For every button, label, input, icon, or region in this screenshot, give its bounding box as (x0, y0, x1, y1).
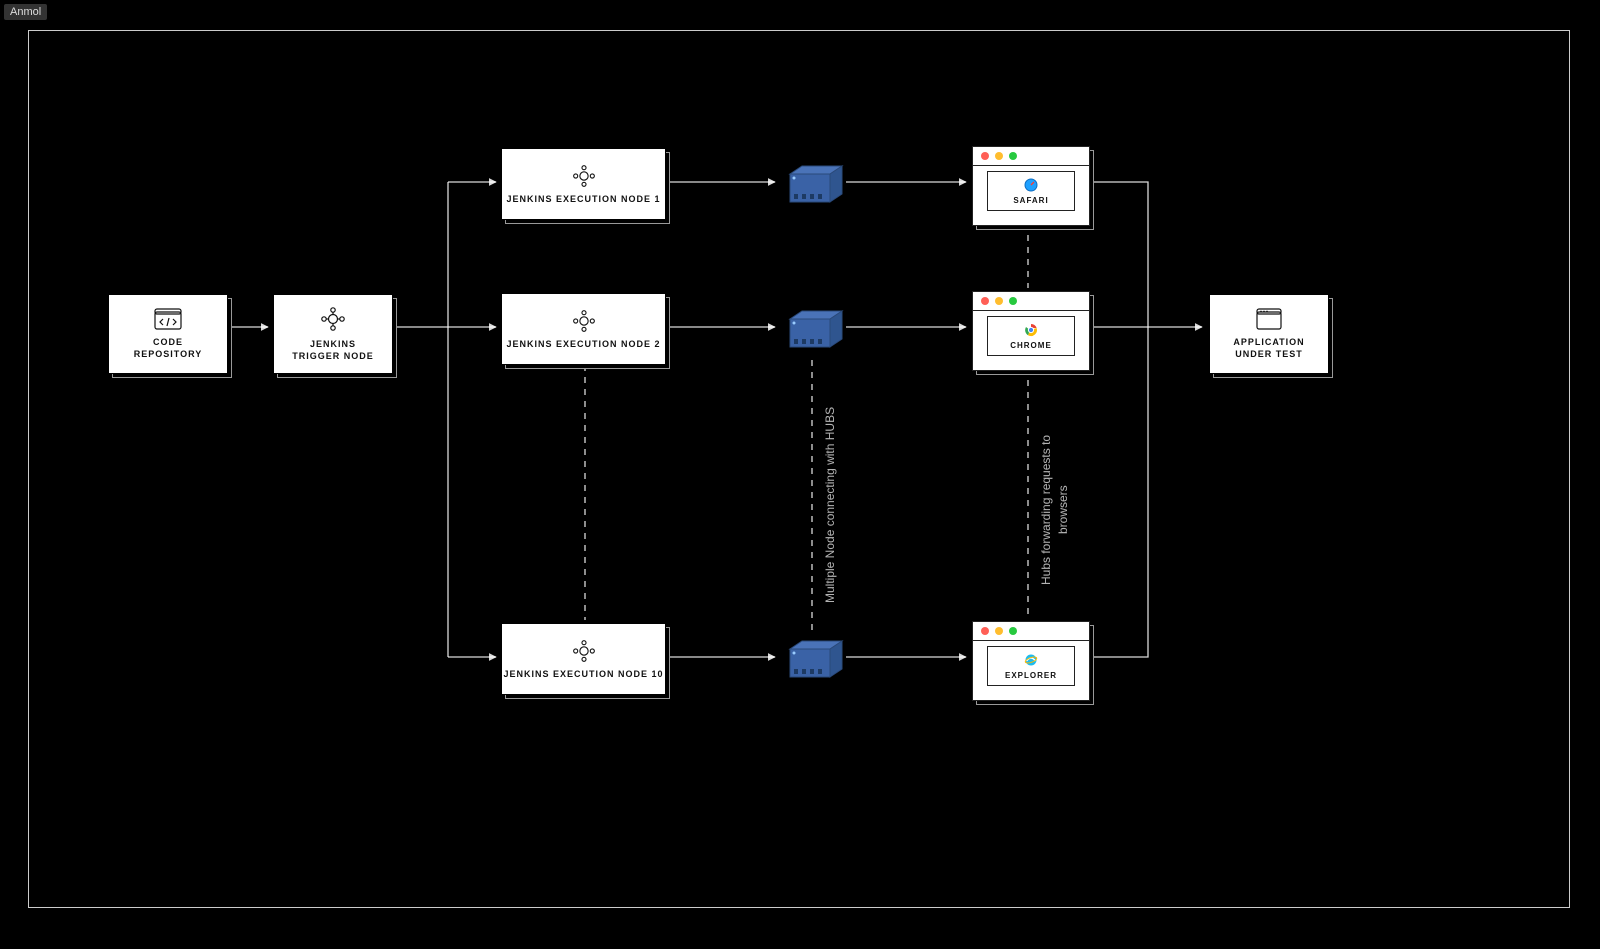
hub-icon-3 (782, 637, 850, 685)
code-repo-icon (154, 308, 182, 330)
exec2-node: JENKINS EXECUTION NODE 2 (501, 293, 666, 365)
chrome-window: CHROME (972, 291, 1090, 371)
close-icon (981, 297, 989, 305)
maximize-icon (1009, 627, 1017, 635)
maximize-icon (1009, 152, 1017, 160)
chrome-icon (1024, 323, 1038, 337)
jenkins-icon (572, 639, 596, 663)
trigger-label-2: TRIGGER NODE (292, 350, 374, 362)
application-under-test-node: APPLICATION UNDER TEST (1209, 294, 1329, 374)
safari-label: SAFARI (1013, 196, 1048, 205)
exec10-node: JENKINS EXECUTION NODE 10 (501, 623, 666, 695)
close-icon (981, 152, 989, 160)
application-icon (1256, 308, 1282, 330)
safari-window: SAFARI (972, 146, 1090, 226)
jenkins-icon (320, 306, 346, 332)
app-label-1: APPLICATION (1233, 336, 1304, 348)
minimize-icon (995, 152, 1003, 160)
window-controls (973, 147, 1089, 166)
code-repo-label-1: CODE (134, 336, 203, 348)
close-icon (981, 627, 989, 635)
chrome-label: CHROME (1010, 341, 1052, 350)
jenkins-icon (572, 164, 596, 188)
hub-icon-1 (782, 162, 850, 210)
window-controls (973, 292, 1089, 311)
hub-icon-2 (782, 307, 850, 355)
maximize-icon (1009, 297, 1017, 305)
ie-icon (1024, 653, 1038, 667)
minimize-icon (995, 627, 1003, 635)
jenkins-icon (572, 309, 596, 333)
minimize-icon (995, 297, 1003, 305)
exec10-label: JENKINS EXECUTION NODE 10 (503, 669, 663, 679)
app-label-2: UNDER TEST (1233, 348, 1304, 360)
exec1-label: JENKINS EXECUTION NODE 1 (506, 194, 660, 204)
hubs-caption: Multiple Node connecting with HUBS (822, 405, 839, 605)
code-repo-node: CODE REPOSITORY (108, 294, 228, 374)
trigger-node: JENKINS TRIGGER NODE (273, 294, 393, 374)
explorer-label: EXPLORER (1005, 671, 1057, 680)
exec2-label: JENKINS EXECUTION NODE 2 (506, 339, 660, 349)
trigger-label-1: JENKINS (292, 338, 374, 350)
explorer-window: EXPLORER (972, 621, 1090, 701)
window-controls (973, 622, 1089, 641)
code-repo-label-2: REPOSITORY (134, 348, 203, 360)
forwarding-caption: Hubs forwarding requests to browsers (1038, 420, 1072, 600)
safari-icon (1024, 178, 1038, 192)
watermark-badge: Anmol (4, 4, 47, 20)
exec1-node: JENKINS EXECUTION NODE 1 (501, 148, 666, 220)
